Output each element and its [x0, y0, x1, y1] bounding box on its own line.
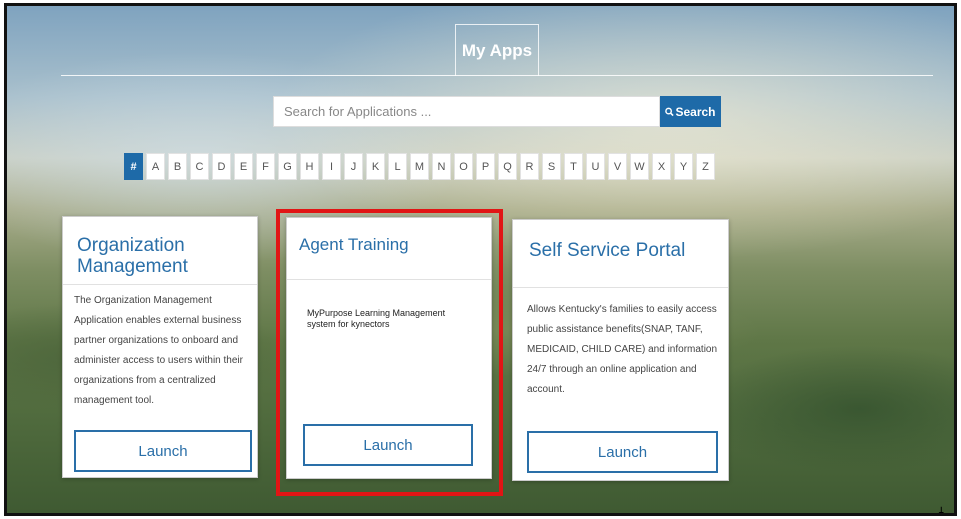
search-button[interactable]: Search [660, 96, 721, 127]
card-header: Agent Training [287, 218, 491, 280]
card-description: MyPurpose Learning Management system for… [307, 308, 446, 329]
alphabet-letter[interactable]: M [410, 153, 429, 180]
launch-button[interactable]: Launch [303, 424, 473, 466]
app-card-organization-management: Organization Management The Organization… [62, 216, 258, 478]
alphabet-letter[interactable]: T [564, 153, 583, 180]
card-title: Self Service Portal [529, 240, 686, 261]
alphabet-filter: # A B C D E F G H I J K L M N O P Q R S T U V W X Y Z [124, 153, 715, 180]
card-header: Organization Management [63, 217, 257, 285]
alphabet-letter[interactable]: Z [696, 153, 715, 180]
alphabet-letter[interactable]: X [652, 153, 671, 180]
card-description: The Organization Management Application … [74, 295, 243, 406]
alphabet-letter[interactable]: G [278, 153, 297, 180]
search-input[interactable]: Search for Applications ... [273, 96, 660, 127]
alphabet-letter[interactable]: C [190, 153, 209, 180]
app-card-agent-training: Agent Training MyPurpose Learning Manage… [286, 217, 492, 479]
alphabet-letter[interactable]: D [212, 153, 231, 180]
alphabet-letter[interactable]: O [454, 153, 473, 180]
alphabet-letter[interactable]: Y [674, 153, 693, 180]
alphabet-letter[interactable]: S [542, 153, 561, 180]
launch-button[interactable]: Launch [74, 430, 252, 472]
alphabet-letter[interactable]: P [476, 153, 495, 180]
alphabet-letter[interactable]: U [586, 153, 605, 180]
magnifier-icon [665, 107, 675, 116]
alphabet-letter[interactable]: K [366, 153, 385, 180]
alphabet-letter[interactable]: I [322, 153, 341, 180]
launch-button[interactable]: Launch [527, 431, 718, 473]
alphabet-letter[interactable]: F [256, 153, 275, 180]
page-title: My Apps [455, 24, 539, 76]
alphabet-letter[interactable]: E [234, 153, 253, 180]
card-title: Organization Management [77, 235, 188, 277]
alphabet-letter[interactable]: W [630, 153, 649, 180]
card-title: Agent Training [299, 235, 409, 254]
alphabet-letter[interactable]: R [520, 153, 539, 180]
alphabet-letter[interactable]: N [432, 153, 451, 180]
title-divider [61, 75, 933, 76]
alphabet-letter[interactable]: J [344, 153, 363, 180]
alphabet-letter[interactable]: L [388, 153, 407, 180]
alphabet-letter[interactable]: V [608, 153, 627, 180]
alphabet-letter[interactable]: A [146, 153, 165, 180]
alphabet-letter[interactable]: # [124, 153, 143, 180]
search-button-label: Search [675, 104, 716, 119]
card-description: Allows Kentucky's families to easily acc… [527, 304, 718, 395]
alphabet-letter[interactable]: Q [498, 153, 517, 180]
alphabet-letter[interactable]: B [168, 153, 187, 180]
alphabet-letter[interactable]: H [300, 153, 319, 180]
scroll-down-icon[interactable]: 🠇 [938, 502, 945, 513]
card-header: Self Service Portal [513, 220, 728, 288]
app-card-self-service-portal: Self Service Portal Allows Kentucky's fa… [512, 219, 729, 481]
app-frame: My Apps Search for Applications ... Sear… [4, 3, 957, 516]
